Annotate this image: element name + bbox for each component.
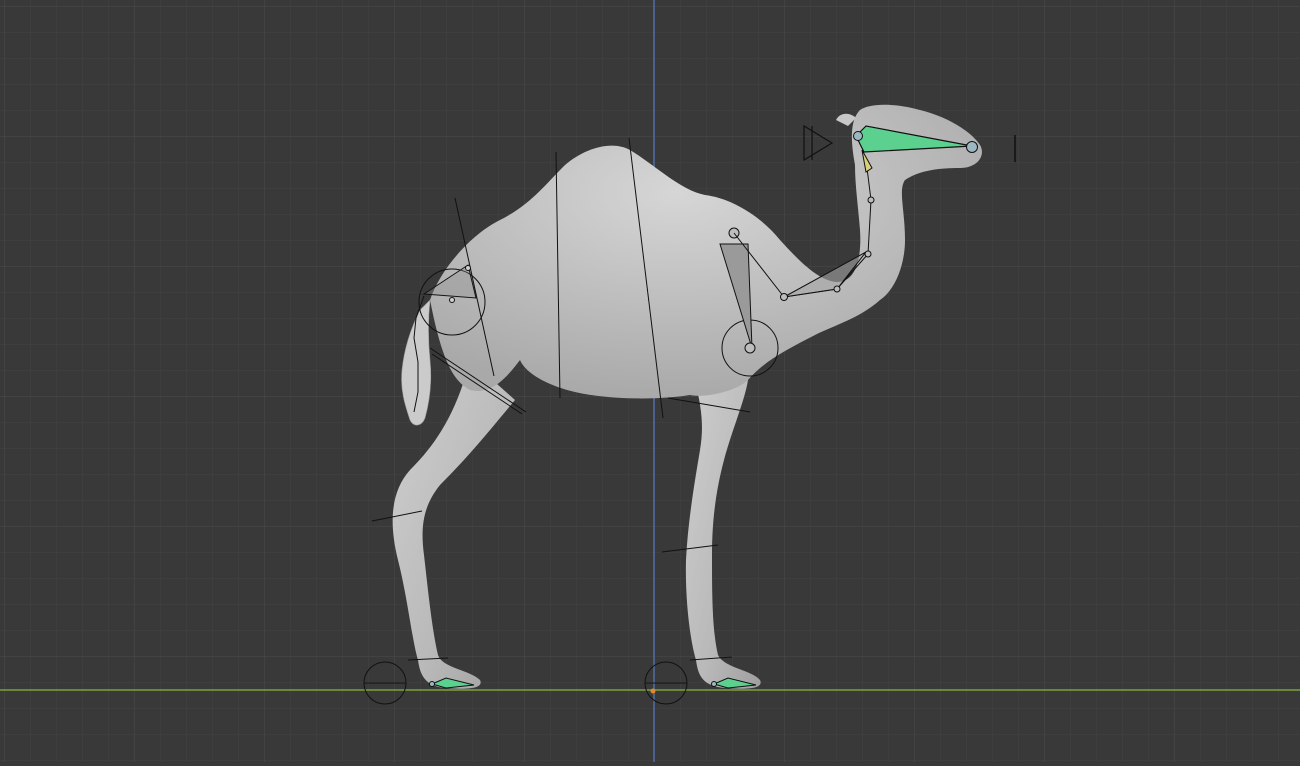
shoulder-base-joint[interactable] [744,342,756,354]
front-foot-joint[interactable] [711,681,717,687]
head-joint-root[interactable] [853,131,863,141]
neck-joint-4[interactable] [867,196,875,204]
neck-joint-1[interactable] [780,293,788,301]
origin-point[interactable] [650,688,656,694]
hind-foot-joint[interactable] [429,681,435,687]
neck-joint-2[interactable] [833,285,841,293]
hip-joint[interactable] [449,297,455,303]
neck-joint-3[interactable] [864,250,872,258]
head-joint-tip[interactable] [966,141,978,153]
3d-viewport[interactable] [0,0,1300,762]
hip-joint-2[interactable] [465,265,471,271]
